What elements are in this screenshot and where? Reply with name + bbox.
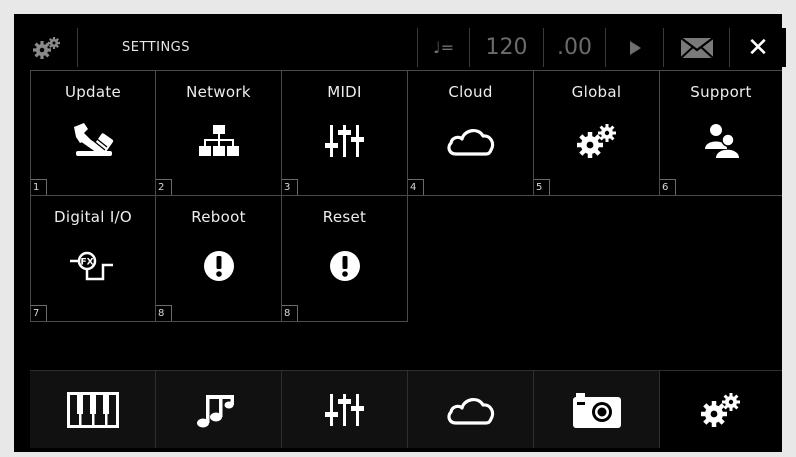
- cloud-icon: [446, 397, 494, 425]
- page-title: SETTINGS: [78, 28, 418, 67]
- tile-label: Support: [690, 83, 752, 101]
- users-icon: [705, 124, 739, 158]
- cloud-icon: [446, 129, 494, 156]
- tile-label: Reset: [322, 208, 367, 226]
- gears-icon: [32, 36, 60, 59]
- tile-number: 6: [660, 179, 676, 195]
- music-notes-icon: [196, 394, 234, 427]
- tile-label: Digital I/O: [54, 208, 132, 226]
- nav-camera-button[interactable]: [534, 370, 660, 448]
- play-button[interactable]: [606, 28, 664, 67]
- nav-mixer-button[interactable]: [282, 370, 408, 448]
- tempo-note-icon: ♩=: [418, 28, 470, 67]
- digital-io-icon: FX: [70, 251, 113, 281]
- tile-cloud[interactable]: Cloud 4: [408, 70, 534, 196]
- tile-label: Global: [571, 83, 622, 101]
- tile-support[interactable]: Support 6: [660, 70, 782, 196]
- tempo-value[interactable]: 120: [470, 28, 544, 67]
- tile-number: 7: [31, 305, 47, 321]
- tile-label: Cloud: [448, 83, 493, 101]
- gears-icon: [701, 392, 740, 427]
- svg-text:FX: FX: [80, 258, 93, 268]
- wrench-icon: [74, 123, 114, 156]
- tile-number: 3: [282, 179, 298, 195]
- camera-icon: [572, 392, 621, 428]
- play-icon: [629, 40, 641, 55]
- tile-label: Update: [64, 83, 122, 101]
- tile-number: 2: [156, 179, 172, 195]
- tile-digital-io[interactable]: Digital I/O FX 7: [30, 196, 156, 322]
- tile-number: 8: [156, 305, 172, 321]
- close-button[interactable]: ✕: [730, 28, 786, 67]
- tile-label: MIDI: [327, 83, 362, 101]
- gears-icon: [576, 124, 616, 158]
- top-bar: SETTINGS ♩= 120 .00 ✕: [16, 28, 786, 67]
- settings-menu-button[interactable]: [16, 28, 78, 67]
- tile-midi[interactable]: MIDI 3: [282, 70, 408, 196]
- tile-number: 1: [31, 179, 47, 195]
- tile-reset[interactable]: Reset 8: [282, 196, 408, 322]
- messages-button[interactable]: [664, 28, 730, 67]
- mail-icon: [679, 36, 714, 59]
- sliders-icon: [324, 393, 364, 426]
- tile-global[interactable]: Global 5: [534, 70, 660, 196]
- network-icon: [198, 125, 239, 156]
- tile-label: Reboot: [191, 208, 246, 226]
- tempo-fraction[interactable]: .00: [544, 28, 606, 67]
- tile-label: Network: [186, 83, 251, 101]
- alert-icon: [329, 251, 360, 281]
- nav-cloud-button[interactable]: [408, 370, 534, 448]
- nav-settings-button[interactable]: [660, 370, 782, 448]
- tile-number: 8: [282, 305, 298, 321]
- alert-icon: [203, 251, 234, 281]
- sliders-icon: [324, 125, 364, 157]
- tile-number: 4: [408, 179, 424, 195]
- nav-keyboard-button[interactable]: [30, 370, 156, 448]
- tile-update[interactable]: Update 1: [30, 70, 156, 196]
- tile-reboot[interactable]: Reboot 8: [156, 196, 282, 322]
- piano-icon: [66, 391, 119, 428]
- tile-number: 5: [534, 179, 550, 195]
- close-icon: ✕: [747, 32, 769, 63]
- nav-music-button[interactable]: [156, 370, 282, 448]
- tile-network[interactable]: Network 2: [156, 70, 282, 196]
- bottom-nav: [30, 370, 782, 452]
